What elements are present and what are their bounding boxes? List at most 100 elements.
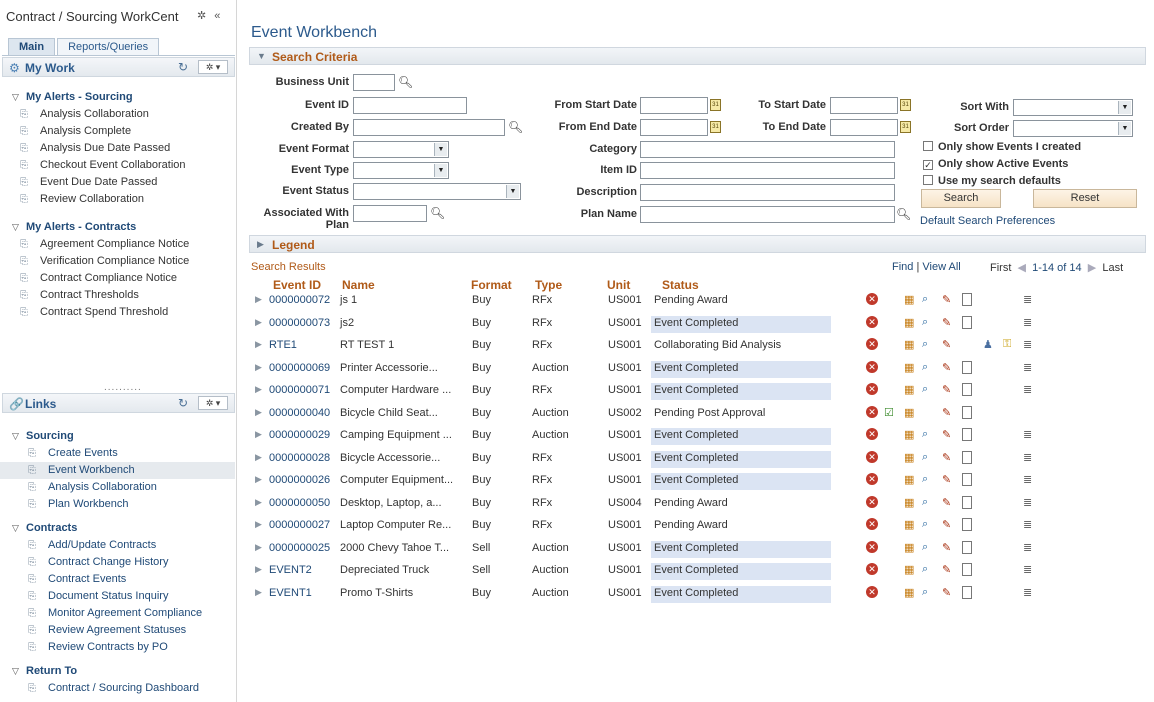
view-all-link[interactable]: View All (922, 261, 960, 273)
table-row[interactable]: ▶ 0000000027 Laptop Computer Re... Buy RFx US… (249, 515, 1146, 537)
stack-icon[interactable]: ≣ (1023, 563, 1032, 576)
tree-item[interactable]: ⎘ Document Status Inquiry (0, 588, 235, 605)
event-id-link[interactable]: 0000000027 (269, 519, 330, 531)
edit-icon[interactable]: ✎ (942, 586, 951, 599)
event-id-link[interactable]: 0000000072 (269, 294, 330, 306)
delete-icon[interactable]: ✕ (866, 585, 878, 598)
collapse-icon[interactable]: « (214, 10, 220, 22)
stack-icon[interactable]: ≣ (1023, 293, 1032, 306)
tree-item[interactable]: ⎘ Checkout Event Collaboration (0, 157, 235, 174)
document-icon[interactable] (962, 428, 972, 441)
stack-icon[interactable]: ≣ (1023, 473, 1032, 486)
event-id-link[interactable]: 0000000029 (269, 429, 330, 441)
table-row[interactable]: ▶ 0000000069 Printer Accessorie... Buy Aucti… (249, 358, 1146, 380)
event-id-link[interactable]: 0000000028 (269, 452, 330, 464)
tree-item[interactable]: ⎘ Contract Compliance Notice (0, 270, 235, 287)
table-row[interactable]: ▶ 0000000026 Computer Equipment... Buy RFx US… (249, 470, 1146, 492)
stack-icon[interactable]: ≣ (1023, 361, 1032, 374)
tree-item[interactable]: ⎘ Monitor Agreement Compliance (0, 605, 235, 622)
tree-item[interactable]: ⎘ Review Collaboration (0, 191, 235, 208)
refresh-icon[interactable]: ↻ (178, 396, 188, 410)
default-search-preferences-link[interactable]: Default Search Preferences (920, 215, 1055, 227)
document-icon[interactable] (962, 405, 972, 419)
document-icon[interactable] (962, 585, 972, 599)
only-my-events-checkbox[interactable]: Only show Events I created (923, 141, 1081, 153)
checkbox-box[interactable] (923, 141, 933, 151)
table-row[interactable]: ▶ 0000000050 Desktop, Laptop, a... Buy RFx US… (249, 493, 1146, 515)
delete-icon[interactable]: ✕ (866, 540, 878, 553)
edit-icon[interactable]: ✎ (942, 541, 951, 554)
event-id-link[interactable]: 0000000025 (269, 542, 330, 554)
created-by-input[interactable] (353, 119, 505, 136)
delete-icon[interactable]: ✕ (866, 450, 878, 463)
view-event-icon[interactable]: ▦ (904, 316, 914, 329)
tree-item[interactable]: ⎘ Review Contracts by PO (0, 639, 235, 656)
checkbox-box[interactable]: ✓ (923, 160, 933, 170)
business-unit-input[interactable] (353, 74, 395, 91)
lookup-icon[interactable]: 🔍︎ (430, 206, 445, 220)
first-label[interactable]: First (990, 262, 1011, 274)
only-active-events-checkbox[interactable]: ✓ Only show Active Events (923, 158, 1068, 170)
legend-bar[interactable]: ▶ Legend (249, 235, 1146, 253)
search-criteria-bar[interactable]: ▼ Search Criteria (249, 47, 1146, 65)
document-icon[interactable] (962, 540, 972, 554)
tree-group[interactable]: ▽ My Alerts - Sourcing (0, 89, 235, 106)
delete-icon[interactable]: ✕ (866, 473, 878, 485)
bid-analysis-icon[interactable]: ⚿ (1003, 338, 1011, 351)
stack-icon[interactable]: ≣ (1023, 338, 1032, 351)
analyze-icon[interactable]: ⌕ (922, 473, 928, 486)
expand-row-icon[interactable]: ▶ (255, 294, 262, 305)
expand-row-icon[interactable]: ▶ (255, 362, 262, 373)
analyze-icon[interactable]: ⌕ (922, 293, 928, 306)
tree-group[interactable]: ▽ Return To (0, 663, 235, 680)
expand-row-icon[interactable]: ▶ (255, 407, 262, 418)
event-id-link[interactable]: RTE1 (269, 339, 297, 351)
table-row[interactable]: ▶ RTE1 RT TEST 1 Buy RFx US001 Collaborating B… (249, 335, 1146, 357)
stack-icon[interactable]: ≣ (1023, 316, 1032, 329)
expand-row-icon[interactable]: ▶ (255, 452, 262, 463)
find-link[interactable]: Find (892, 261, 913, 273)
event-format-select[interactable]: ▼ (353, 141, 449, 158)
analyze-icon[interactable]: ⌕ (922, 496, 928, 509)
from-end-date-input[interactable] (640, 119, 708, 136)
pane-splitter[interactable]: .......... (104, 382, 142, 393)
sort-order-select[interactable]: ▼ (1013, 120, 1133, 137)
tree-item[interactable]: ⎘ Review Agreement Statuses (0, 622, 235, 639)
view-event-icon[interactable]: ▦ (904, 293, 914, 306)
expand-row-icon[interactable]: ▶ (255, 542, 262, 553)
event-status-select[interactable]: ▼ (353, 183, 521, 200)
calendar-icon[interactable]: 31 (900, 99, 911, 111)
event-id-link[interactable]: 0000000073 (269, 317, 330, 329)
edit-icon[interactable]: ✎ (942, 428, 951, 441)
pagelet-options-icon[interactable]: ✲ ▾ (198, 60, 228, 74)
tree-item[interactable]: ⎘ Contract Events (0, 571, 235, 588)
tree-item[interactable]: ⎘ Contract Thresholds (0, 287, 235, 304)
analyze-icon[interactable]: ⌕ (922, 451, 928, 464)
document-icon[interactable] (962, 360, 972, 374)
calendar-icon[interactable]: 31 (710, 121, 721, 133)
settings-icon[interactable]: ✲ (197, 10, 206, 22)
approve-icon[interactable]: ☑ (884, 406, 894, 419)
lookup-icon[interactable]: 🔍︎ (398, 75, 413, 89)
event-type-select[interactable]: ▼ (353, 162, 449, 179)
next-icon[interactable]: ▶ (1085, 262, 1100, 274)
edit-icon[interactable]: ✎ (942, 563, 951, 576)
analyze-icon[interactable]: ⌕ (922, 518, 928, 531)
expand-row-icon[interactable]: ▶ (255, 339, 262, 350)
table-row[interactable]: ▶ 0000000072 js 1 Buy RFx US001 Pending Award ✕… (249, 290, 1146, 312)
lookup-icon[interactable]: 🔍︎ (508, 120, 523, 134)
analyze-icon[interactable]: ⌕ (922, 563, 928, 576)
view-event-icon[interactable]: ▦ (904, 563, 914, 576)
use-search-defaults-checkbox[interactable]: Use my search defaults (923, 175, 1061, 187)
stack-icon[interactable]: ≣ (1023, 541, 1032, 554)
sort-with-select[interactable]: ▼ (1013, 99, 1133, 116)
tree-item[interactable]: ⎘ Agreement Compliance Notice (0, 236, 235, 253)
edit-icon[interactable]: ✎ (942, 496, 951, 509)
prev-icon[interactable]: ◀ (1014, 262, 1029, 274)
table-row[interactable]: ▶ EVENT1 Promo T-Shirts Buy Auction US001 Even… (249, 583, 1146, 605)
view-event-icon[interactable]: ▦ (904, 541, 914, 554)
expand-row-icon[interactable]: ▶ (255, 497, 262, 508)
tree-group[interactable]: ▽ My Alerts - Contracts (0, 219, 235, 236)
stack-icon[interactable]: ≣ (1023, 586, 1032, 599)
document-icon[interactable] (962, 450, 972, 464)
